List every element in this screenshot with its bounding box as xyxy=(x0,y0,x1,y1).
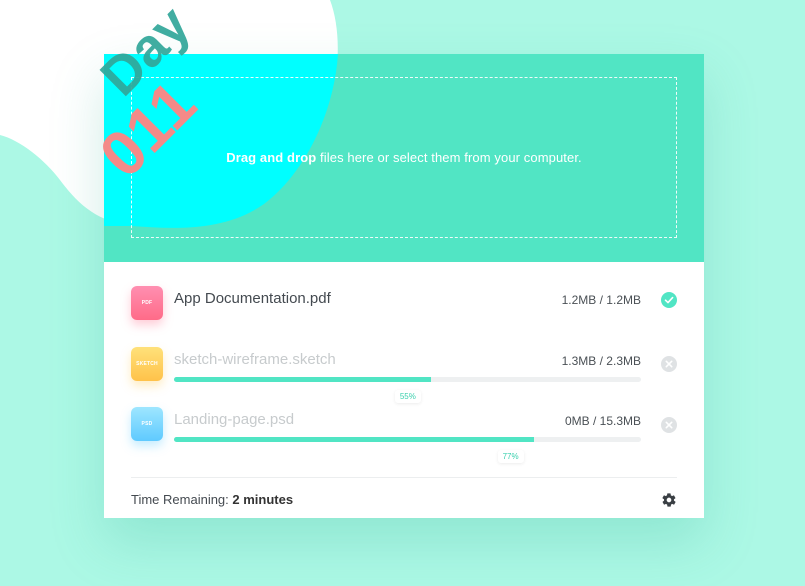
file-size: 1.3MB / 2.3MB xyxy=(561,354,641,368)
file-name: Landing-page.psd xyxy=(174,411,295,428)
progress-bar xyxy=(174,377,641,382)
psd-file-icon: PSD xyxy=(131,407,163,441)
progress-percent-label: 77% xyxy=(497,450,524,463)
file-row: PDF App Documentation.pdf 1.2MB / 1.2MB xyxy=(131,286,677,326)
drop-instructions: Drag and drop files here or select them … xyxy=(226,150,582,165)
drop-target-box[interactable]: Drag and drop files here or select them … xyxy=(131,77,677,238)
sketch-file-icon: SKETCH xyxy=(131,347,163,381)
file-size: 0MB / 15.3MB xyxy=(564,414,641,428)
close-circle-icon[interactable] xyxy=(661,417,677,433)
file-name: sketch-wireframe.sketch xyxy=(174,351,336,368)
close-circle-icon[interactable] xyxy=(661,356,677,372)
pdf-file-icon: PDF xyxy=(131,286,163,320)
gear-icon[interactable] xyxy=(661,492,677,508)
drop-zone[interactable]: Drag and drop files here or select them … xyxy=(104,54,704,262)
progress-percent-label: 55% xyxy=(394,390,421,403)
file-name: App Documentation.pdf xyxy=(174,290,331,307)
progress-fill xyxy=(174,377,431,382)
file-row: PSD Landing-page.psd 0MB / 15.3MB 77% xyxy=(131,407,677,463)
divider xyxy=(131,477,677,478)
progress-bar xyxy=(174,437,641,442)
check-circle-icon xyxy=(661,292,677,308)
progress-fill xyxy=(174,437,534,442)
file-row: SKETCH sketch-wireframe.sketch 1.3MB / 2… xyxy=(131,347,677,403)
time-remaining: Time Remaining: 2 minutes xyxy=(131,492,294,507)
file-size: 1.2MB / 1.2MB xyxy=(561,293,641,307)
